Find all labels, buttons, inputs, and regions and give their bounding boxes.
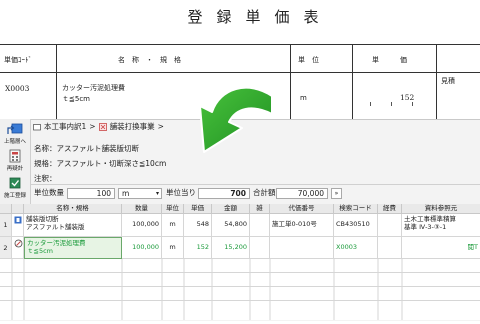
- row-2-ref-no[interactable]: [270, 237, 334, 259]
- row-1-spec: アスファルト舗装版: [26, 223, 85, 231]
- price-register-table: 単価ｺｰﾄﾞ 名 称 ・ 規 格 単 位 単 価 X0003 カッター汚泥処理費…: [0, 44, 480, 120]
- row-1-source[interactable]: 土木工事標準積算 基準 Ⅳ-3-③-1: [402, 214, 480, 237]
- grid-header-expense[interactable]: 経費: [378, 204, 402, 214]
- row-2-name: カッター汚泥処理費: [27, 239, 86, 247]
- row-2-qty[interactable]: 100,000: [122, 237, 162, 259]
- row-estimate: 見積: [441, 77, 455, 85]
- grid-header-icon: [12, 204, 24, 214]
- calculator-icon: [9, 149, 21, 163]
- grid-header-misc[interactable]: 雑: [250, 204, 270, 214]
- grid-header-rownum: [0, 204, 12, 214]
- grid-header-source[interactable]: 資料参照元: [402, 204, 480, 214]
- total-value: 70,000: [276, 188, 328, 199]
- divider: [30, 184, 480, 185]
- total-label: 合計額: [253, 188, 276, 197]
- row-1-amount[interactable]: 54,800: [212, 214, 250, 237]
- unit-select-value: m: [122, 189, 130, 198]
- row-number: 2: [0, 237, 12, 259]
- breadcrumb-item-sub[interactable]: 舗装打換事業: [110, 121, 155, 132]
- header-price: 単 価: [372, 56, 407, 64]
- recalc-button[interactable]: 再疑計: [2, 149, 28, 172]
- labor-icon: [14, 216, 22, 224]
- item-spec-line: 規格：アスファルト・切断深さ≦10cm: [34, 159, 167, 168]
- row-spec: ｔ≦5cm: [62, 95, 90, 103]
- breadcrumb-separator-2: >: [157, 122, 164, 131]
- row-2-expense[interactable]: [378, 237, 402, 259]
- grid-header-unit[interactable]: 単位: [162, 204, 184, 214]
- grid-header-price[interactable]: 単価: [184, 204, 212, 214]
- row-2-price[interactable]: 152: [184, 237, 212, 259]
- row-1-name: 舗装版切断: [26, 215, 59, 223]
- row-1-search-code[interactable]: CB430510: [334, 214, 378, 237]
- chevron-down-icon: ▾: [155, 190, 159, 197]
- row-1-expense[interactable]: [378, 214, 402, 237]
- header-code: 単価ｺｰﾄﾞ: [4, 56, 32, 64]
- grid-header-search-code[interactable]: 検索コード: [334, 204, 378, 214]
- document-title: 登録単価表: [187, 8, 333, 26]
- unit-select[interactable]: m ▾: [118, 188, 162, 199]
- row-code: X0003: [5, 84, 30, 93]
- register-icon: [9, 177, 21, 189]
- item-icon: [98, 122, 107, 131]
- row-1-source-line1: 土木工事標準積算: [404, 215, 456, 223]
- item-name-line: 名称：アスファルト舗装版切断: [34, 144, 139, 153]
- grid-header-amount[interactable]: 金額: [212, 204, 250, 214]
- row-name: カッター汚泥処理費: [62, 84, 125, 92]
- row-type-icon: [12, 237, 24, 259]
- register-button[interactable]: 施工登録: [2, 176, 28, 199]
- up-level-label: 上階層へ: [3, 139, 26, 145]
- header-unit: 単 位: [298, 56, 319, 64]
- breadcrumb-item-main[interactable]: 本工事内訳1: [44, 121, 86, 132]
- row-1-ref-no[interactable]: 施工単0-010号: [270, 214, 334, 237]
- unit-quantity-label: 単位数量: [34, 188, 64, 197]
- row-2-amount[interactable]: 15,200: [212, 237, 250, 259]
- row-2-spec: ｔ≦5cm: [27, 247, 53, 255]
- per-unit-label: 単位当り: [166, 188, 196, 197]
- up-level-button[interactable]: 上階層へ: [2, 123, 28, 145]
- row-1-qty[interactable]: 100,000: [122, 214, 162, 237]
- folder-icon: [33, 123, 41, 130]
- row-2-unit[interactable]: m: [162, 237, 184, 259]
- table-row-1-name[interactable]: 舗装版切断 アスファルト舗装版: [24, 214, 122, 237]
- custom-item-icon: [14, 239, 23, 248]
- breadcrumb: 本工事内訳1 > 舗装打換事業 >: [33, 121, 164, 132]
- recalc-label: 再疑計: [6, 166, 24, 172]
- row-type-icon: [12, 214, 24, 237]
- grid-header-qty[interactable]: 数量: [122, 204, 162, 214]
- grid-header-ref-no[interactable]: 代価番号: [270, 204, 334, 214]
- per-unit-value: 700: [198, 188, 250, 199]
- double-chevron-icon: »: [334, 190, 339, 197]
- row-1-unit[interactable]: m: [162, 214, 184, 237]
- unit-quantity-input[interactable]: 100: [67, 188, 115, 199]
- note-label: 注釈：: [34, 174, 57, 183]
- row-1-source-line2: 基準 Ⅳ-3-③-1: [404, 223, 447, 231]
- row-price: 152: [400, 93, 415, 102]
- breadcrumb-separator: >: [89, 122, 96, 131]
- row-2-misc[interactable]: [250, 237, 270, 259]
- row-2-search-code[interactable]: X0003: [334, 237, 378, 259]
- table-row-2-name[interactable]: カッター汚泥処理費 ｔ≦5cm: [24, 237, 122, 259]
- row-number: 1: [0, 214, 12, 237]
- header-name-spec: 名 称 ・ 規 格: [118, 56, 181, 64]
- register-label: 施工登録: [3, 193, 26, 199]
- grid-column-lines: [0, 259, 480, 320]
- row-unit: m: [300, 94, 307, 102]
- row-1-price[interactable]: 548: [184, 214, 212, 237]
- row-1-misc[interactable]: [250, 214, 270, 237]
- expand-toggle-button[interactable]: »: [331, 188, 342, 199]
- row-2-source-extra[interactable]: 閲T: [402, 237, 480, 259]
- grid-header-name[interactable]: 名称・規格: [24, 204, 122, 214]
- up-level-icon: [7, 123, 23, 134]
